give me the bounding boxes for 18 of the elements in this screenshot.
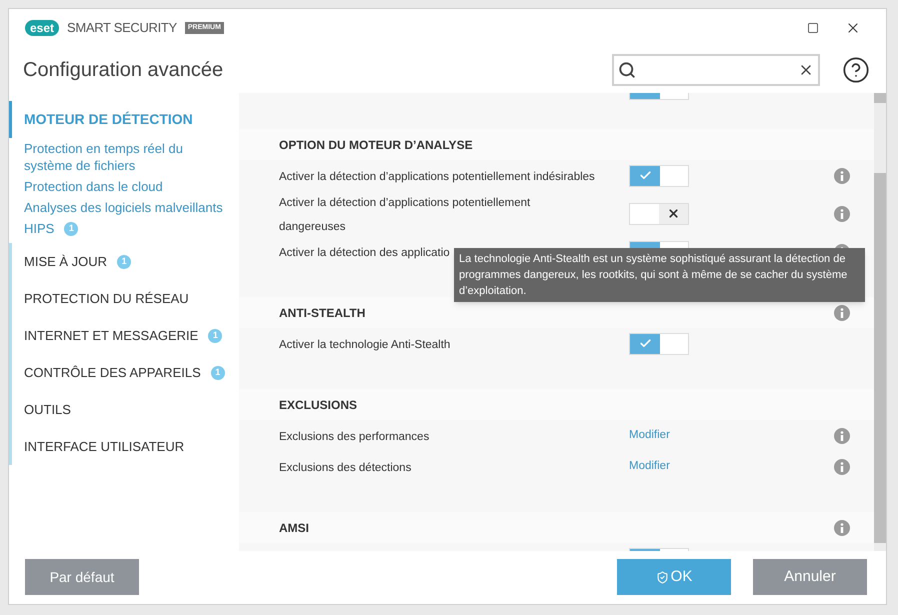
product-name: SMART SECURITY	[67, 19, 177, 38]
count-badge: 1	[210, 366, 225, 380]
setting-label: Activer la détection des applicatio	[279, 246, 450, 258]
section-heading: EXCLUSIONS	[279, 396, 358, 414]
count-badge: 1	[208, 328, 222, 342]
section-heading: AMSI	[279, 520, 310, 536]
section-heading: ANTI-STEALTH	[279, 304, 366, 322]
tooltip: La technologie Anti-Stealth est un système sophistiqué assurant la détection de programmes dangereux, les rootkits, qui sont à même de se cacher du système d’exploitation.	[454, 248, 865, 302]
setting-label: Exclusions des performances	[279, 430, 430, 442]
section-heading: OPTION DU MOTEUR D’ANALYSE	[279, 136, 474, 154]
setting-label: Exclusions des détections	[279, 462, 412, 474]
setting-label: Activer la technologie Anti-Stealth	[279, 338, 450, 350]
setting-label: Activer la détection d’applications potentiellement indésirables	[279, 170, 595, 182]
count-badge: 1	[64, 222, 78, 236]
logo: eset	[25, 20, 60, 36]
setting-label: Activer la détection d’applications potentiellement dangereuses	[279, 196, 530, 232]
count-badge: 1	[117, 254, 132, 268]
page-title: Configuration avancée	[23, 58, 224, 83]
